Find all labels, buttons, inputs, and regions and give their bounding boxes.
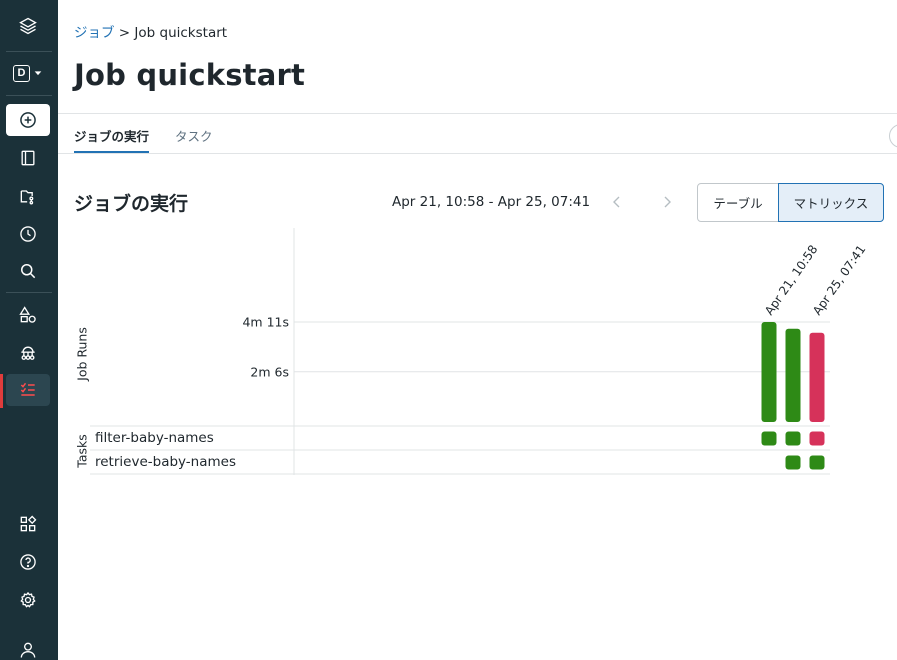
run-date-label: Apr 25, 07:41 [810, 242, 869, 317]
tasks-axis-label: Tasks [74, 434, 90, 468]
matrix-view-button[interactable]: マトリックス [778, 183, 884, 222]
workflows-icon[interactable] [6, 374, 50, 406]
workspace-icon[interactable] [6, 142, 50, 174]
task-status-cell [761, 431, 777, 446]
databricks-logo-icon[interactable] [6, 10, 50, 42]
y-axis-label: Job Runs [74, 327, 90, 381]
recents-icon[interactable] [6, 218, 50, 250]
sidebar-separator [6, 95, 52, 96]
previous-range-button[interactable] [609, 193, 625, 211]
active-indicator [0, 374, 3, 408]
task-status-cell [785, 455, 801, 470]
new-button[interactable] [6, 104, 50, 136]
sidebar: D [0, 0, 58, 660]
chevron-right-icon [664, 196, 671, 208]
breadcrumb-jobs-link[interactable]: ジョブ [74, 25, 115, 41]
settings-icon[interactable] [6, 584, 50, 616]
job-runs-matrix-chart: 2m 6s4m 11s Apr 21, 10:58Apr 25, 07:41 [90, 228, 869, 475]
data-icon[interactable] [6, 299, 50, 331]
breadcrumb: ジョブ > Job quickstart [74, 21, 227, 41]
task-status-cell [785, 431, 801, 446]
y-tick-label: 2m 6s [250, 364, 289, 379]
task-name-filter-baby-names[interactable]: filter-baby-names [95, 430, 214, 446]
tabs-divider [58, 153, 897, 154]
search-icon[interactable] [6, 255, 50, 287]
chevron-left-icon [613, 196, 620, 208]
workspace-switcher[interactable]: D [6, 57, 50, 89]
breadcrumb-separator: > [118, 25, 131, 41]
help-icon[interactable] [6, 546, 50, 578]
task-name-retrieve-baby-names[interactable]: retrieve-baby-names [95, 454, 236, 470]
page-title: Job quickstart [74, 58, 306, 92]
chevron-down-icon [34, 71, 42, 76]
sidebar-separator [6, 292, 52, 293]
tab-bar: ジョブの実行 タスク [74, 114, 213, 154]
run-bar [761, 322, 777, 422]
new-icon [20, 112, 36, 128]
table-view-button[interactable]: テーブル [697, 183, 779, 222]
task-status-cell [809, 431, 825, 446]
user-icon[interactable] [6, 634, 50, 660]
repos-icon[interactable] [6, 180, 50, 212]
task-status-cell [809, 455, 825, 470]
tab-tasks[interactable]: タスク [175, 114, 213, 154]
breadcrumb-current: Job quickstart [134, 25, 228, 41]
workspace-switcher-icon: D [13, 64, 30, 82]
next-range-button[interactable] [659, 193, 675, 211]
tab-job-runs[interactable]: ジョブの実行 [74, 114, 150, 154]
date-range: Apr 21, 10:58 - Apr 25, 07:41 [392, 194, 591, 210]
y-tick-label: 4m 11s [242, 315, 289, 330]
run-bar [785, 328, 801, 422]
compute-icon[interactable] [6, 337, 50, 369]
marketplace-icon[interactable] [6, 508, 50, 540]
section-title: ジョブの実行 [74, 193, 189, 215]
panel-toggle-button[interactable] [889, 124, 897, 148]
sidebar-separator [6, 51, 52, 52]
run-bar [809, 332, 825, 422]
